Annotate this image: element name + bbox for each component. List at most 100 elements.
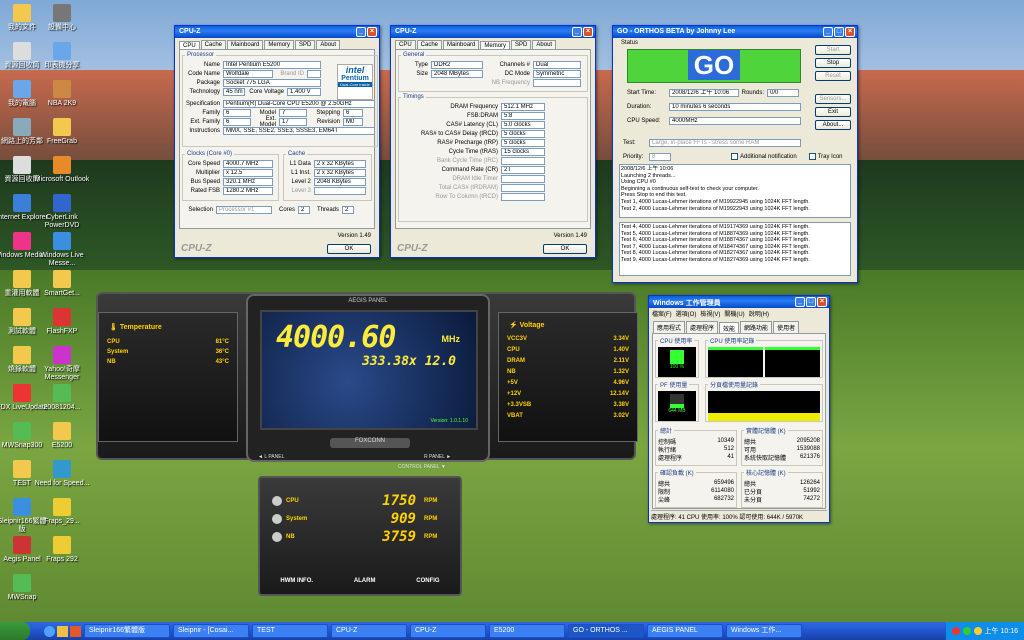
- hwm-info--button[interactable]: HWM INFO.: [280, 578, 313, 584]
- sensors-button[interactable]: Sensors...: [815, 94, 851, 104]
- taskbar-item[interactable]: Sleipnir - [Cosai...: [173, 624, 249, 638]
- tab-memory[interactable]: Memory: [264, 40, 295, 49]
- reset-button[interactable]: Reset: [815, 71, 851, 81]
- aegis-panel[interactable]: 🌡 Temperature CPU 81°C System 36°C NB 43°C AE…: [96, 292, 638, 462]
- cpuz-window-cpu[interactable]: CPU-Z _ × CPU Cache Mainboard Memory SPD About…: [174, 25, 380, 258]
- tray-icon-checkbox[interactable]: [808, 153, 816, 160]
- taskbar-item[interactable]: Windows 工作...: [726, 624, 802, 638]
- tab-處理程序[interactable]: 處理程序: [686, 321, 719, 333]
- tab-spd[interactable]: SPD: [511, 40, 532, 49]
- title-bar[interactable]: Windows 工作管理員 _ □ ×: [649, 296, 829, 308]
- tray-network-icon[interactable]: [962, 627, 971, 635]
- orthos-window[interactable]: GO - ORTHOS BETA by Johnny Lee _ □ × Statu…: [612, 25, 858, 283]
- taskbar-item[interactable]: TEST: [252, 624, 328, 638]
- tab-cache[interactable]: Cache: [416, 40, 443, 49]
- desktop-icon[interactable]: MWSnap: [0, 574, 50, 602]
- taskbar-item[interactable]: GO - ORTHOS ...: [568, 624, 644, 638]
- minimize-button[interactable]: _: [823, 27, 833, 37]
- priority-select[interactable]: 8: [649, 152, 671, 161]
- desktop-icon[interactable]: FlashFXP: [34, 308, 90, 336]
- ok-button[interactable]: OK: [327, 244, 371, 254]
- desktop-icon[interactable]: Fraps 292: [34, 536, 90, 564]
- desktop-icon[interactable]: 20081204...: [34, 384, 90, 412]
- close-button[interactable]: ×: [845, 27, 855, 37]
- tab-about[interactable]: About: [532, 40, 557, 49]
- taskbar-item[interactable]: AEGIS PANEL: [647, 624, 723, 638]
- minimize-button[interactable]: _: [572, 27, 582, 37]
- start-button[interactable]: [0, 622, 30, 640]
- desktop-icon[interactable]: Fraps_29...: [34, 498, 90, 526]
- clock[interactable]: 上午 10:16: [985, 626, 1018, 636]
- close-button[interactable]: ×: [367, 27, 377, 37]
- test-select[interactable]: Large, in-place FFTs - stress some RAM: [649, 138, 801, 147]
- desktop-icon[interactable]: Windows Live Messe...: [34, 232, 90, 268]
- tab-網路功能[interactable]: 網路功能: [740, 321, 773, 333]
- tab-about[interactable]: About: [316, 40, 341, 49]
- taskbar-item[interactable]: CPU-Z: [410, 624, 486, 638]
- minimize-button[interactable]: _: [356, 27, 366, 37]
- l-panel-button[interactable]: ◄ L PANEL: [258, 454, 284, 460]
- voltage-row: +5V 4.96V: [507, 377, 629, 388]
- tab-使用者[interactable]: 使用者: [773, 321, 800, 333]
- stop-button[interactable]: Stop: [815, 58, 851, 68]
- desktop-icon[interactable]: Yahoo!奇摩 Messenger: [34, 346, 90, 382]
- taskbar-item[interactable]: E5200: [489, 624, 565, 638]
- title-bar[interactable]: GO - ORTHOS BETA by Johnny Lee _ □ ×: [613, 26, 857, 38]
- voltage-label: VCC3V: [507, 335, 528, 342]
- tab-mainboard[interactable]: Mainboard: [443, 40, 480, 49]
- task-manager-window[interactable]: Windows 工作管理員 _ □ × 檔案(F) 選項(O) 檢視(V) 關機(U) 說明…: [648, 295, 830, 523]
- log-thread-1[interactable]: 2008/12/6 上午 10:06 Launching 2 threads...…: [619, 164, 851, 218]
- taskbar-item[interactable]: CPU-Z: [331, 624, 407, 638]
- desktop-icon[interactable]: SmartGet...: [34, 270, 90, 298]
- additional-notification-checkbox[interactable]: [731, 153, 738, 160]
- log-thread-2[interactable]: Test 4, 4000 Lucas-Lehmer iterations of …: [619, 222, 851, 276]
- tab-spd[interactable]: SPD: [295, 40, 316, 49]
- tab-mainboard[interactable]: Mainboard: [227, 40, 264, 49]
- folder-icon[interactable]: [57, 625, 68, 637]
- desktop-icon-label: Fraps_29...: [44, 518, 80, 525]
- menu-item[interactable]: 檔案(F): [652, 309, 672, 318]
- ok-button[interactable]: OK: [543, 244, 587, 254]
- desktop-icon-label: E5200: [51, 442, 73, 449]
- close-button[interactable]: ×: [583, 27, 593, 37]
- desktop-icon[interactable]: 印表機分享: [34, 42, 90, 70]
- timing-label: CAS# Latency (CL): [446, 121, 498, 128]
- menu-item[interactable]: 檢視(V): [700, 309, 720, 318]
- tray-app-icon[interactable]: [951, 627, 960, 635]
- close-button[interactable]: ×: [817, 297, 827, 307]
- voltage-row: DRAM 2.11V: [507, 355, 629, 366]
- desktop-icon[interactable]: Need for Speed...: [34, 460, 90, 488]
- desktop-icon[interactable]: E5200: [34, 422, 90, 450]
- desktop-icon[interactable]: CyberLink PowerDVD: [34, 194, 90, 230]
- control-panel-button[interactable]: CONTROL PANEL ▼: [398, 464, 446, 470]
- media-icon[interactable]: [70, 625, 81, 637]
- desktop-icon[interactable]: Microsoft Outlook: [34, 156, 90, 184]
- exit-button[interactable]: Exit: [815, 107, 851, 117]
- about-button[interactable]: About...: [815, 120, 851, 130]
- tab-cpu[interactable]: CPU: [395, 40, 416, 49]
- config-button[interactable]: CONFIG: [416, 578, 439, 584]
- processor-select[interactable]: Processor #1: [216, 205, 272, 214]
- ie-icon[interactable]: [44, 625, 55, 637]
- start-button[interactable]: Start: [815, 45, 851, 55]
- maximize-button[interactable]: □: [834, 27, 844, 37]
- maximize-button[interactable]: □: [806, 297, 816, 307]
- taskbar-item[interactable]: Sleipnir166繁體版: [84, 624, 170, 638]
- aegis-fan-panel[interactable]: CPU 1750 RPM System 909 RPM NB 3759 RPM HWM INFO…: [258, 476, 462, 596]
- fan-label: System: [286, 516, 308, 522]
- title-bar[interactable]: CPU-Z _ ×: [175, 26, 379, 38]
- minimize-button[interactable]: _: [795, 297, 805, 307]
- desktop-icon[interactable]: NBA 2K9: [34, 80, 90, 108]
- desktop-icon[interactable]: 設備中心: [34, 4, 90, 32]
- tray-volume-icon[interactable]: [973, 627, 982, 635]
- menu-item[interactable]: 選項(O): [676, 309, 697, 318]
- tab-應用程式[interactable]: 應用程式: [653, 321, 686, 333]
- title-bar[interactable]: CPU-Z _ ×: [391, 26, 595, 38]
- alarm-button[interactable]: ALARM: [354, 578, 376, 584]
- menu-item[interactable]: 說明(H): [749, 309, 769, 318]
- desktop-icon[interactable]: FreeGrab: [34, 118, 90, 146]
- menu-item[interactable]: 關機(U): [724, 309, 744, 318]
- cpuz-window-memory[interactable]: CPU-Z _ × CPU Cache Mainboard Memory SPD About…: [390, 25, 596, 258]
- r-panel-button[interactable]: R PANEL ►: [424, 454, 451, 460]
- tab-cache[interactable]: Cache: [200, 40, 227, 49]
